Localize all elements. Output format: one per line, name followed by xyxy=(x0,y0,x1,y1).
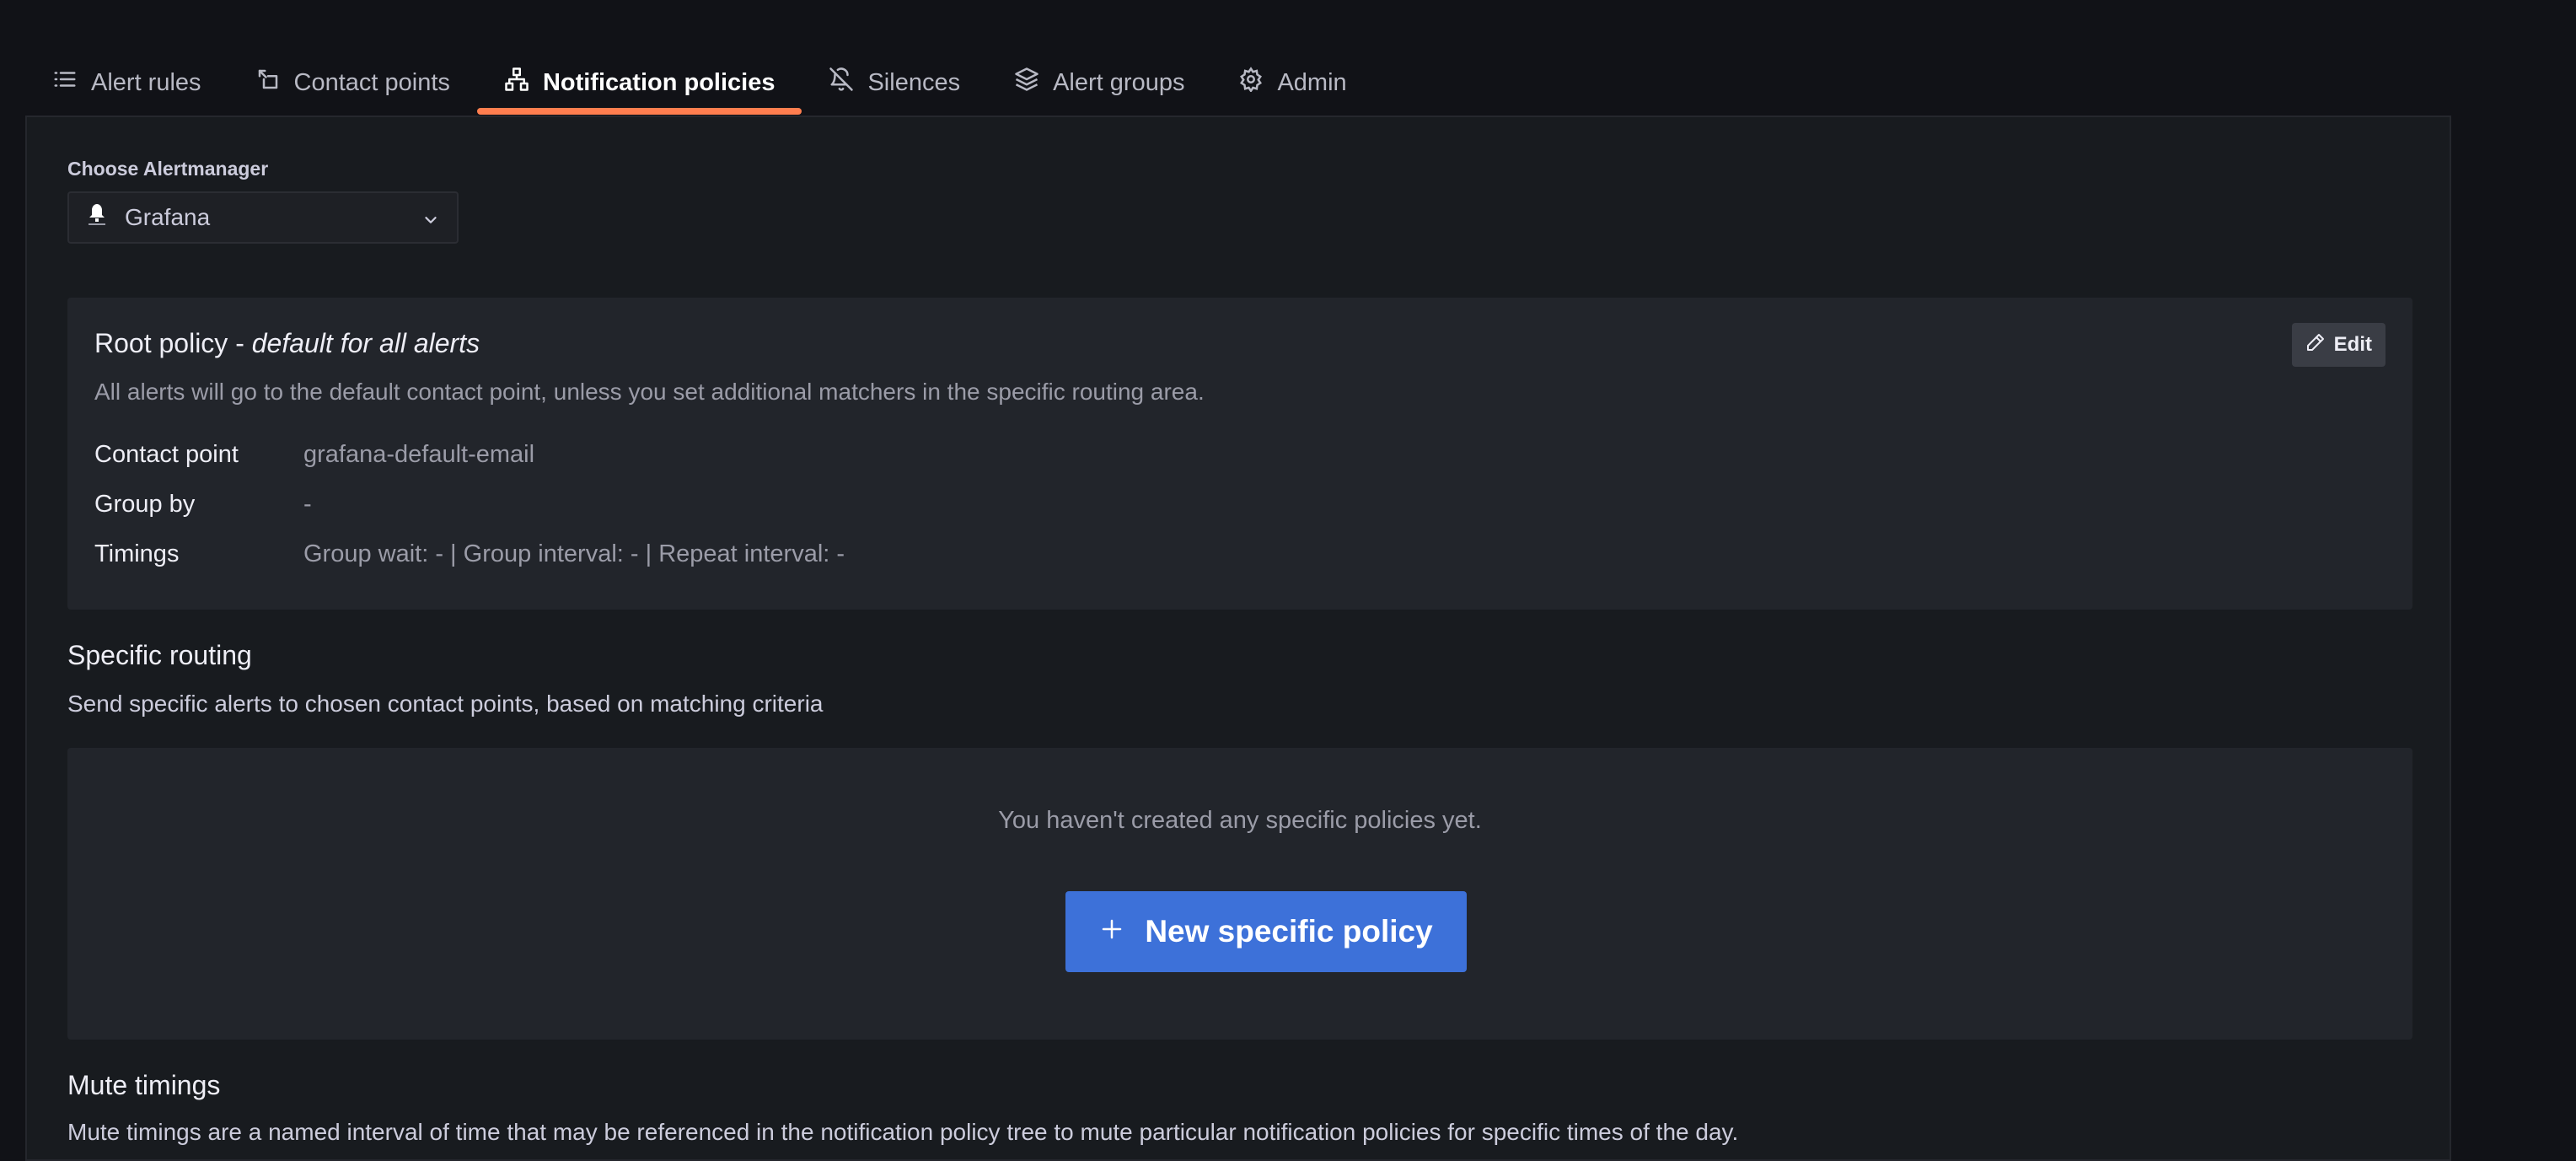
mute-timings-description: Mute timings are a named interval of tim… xyxy=(67,1119,1739,1145)
contact-point-row: Contact point grafana-default-email xyxy=(94,441,534,469)
timings-row: Timings Group wait: - | Group interval: … xyxy=(94,540,845,568)
tab-label: Alert groups xyxy=(1053,68,1185,96)
sitemap-icon xyxy=(504,67,529,99)
tab-label: Alert rules xyxy=(91,68,201,96)
specific-routing-empty-state: You haven't created any specific policie… xyxy=(67,748,2412,1040)
field-value: grafana-default-email xyxy=(303,441,535,468)
new-specific-policy-button[interactable]: New specific policy xyxy=(1065,891,1467,972)
field-key: Timings xyxy=(94,540,180,567)
root-policy-description: All alerts will go to the default contac… xyxy=(94,379,1205,405)
specific-routing-title: Specific routing xyxy=(67,640,252,670)
tab-alert-groups[interactable]: Alert groups xyxy=(987,51,1211,115)
grafana-logo-icon xyxy=(86,202,108,234)
bell-slash-icon xyxy=(829,67,854,99)
tab-label: Notification policies xyxy=(542,68,775,96)
root-policy-title: Root policy - default for all alerts xyxy=(94,328,480,359)
tab-silences[interactable]: Silences xyxy=(802,51,987,115)
group-by-row: Group by - xyxy=(94,491,312,519)
empty-state-text: You haven't created any specific policie… xyxy=(998,807,1482,834)
gear-icon xyxy=(1238,67,1264,99)
chevron-down-icon xyxy=(421,208,440,227)
field-value: - xyxy=(303,491,312,518)
plus-icon xyxy=(1099,914,1124,949)
specific-routing-description: Send specific alerts to chosen contact p… xyxy=(67,691,824,717)
mute-timings-title: Mute timings xyxy=(67,1070,221,1100)
new-specific-policy-label: New specific policy xyxy=(1145,914,1433,949)
tab-label: Admin xyxy=(1277,68,1347,96)
pencil-icon xyxy=(2305,332,2326,358)
root-policy-title-suffix: default for all alerts xyxy=(251,328,480,358)
main-panel: Choose Alertmanager Grafana Root policy … xyxy=(25,116,2451,1161)
tab-notification-policies[interactable]: Notification policies xyxy=(476,51,802,115)
alertmanager-selected-value: Grafana xyxy=(125,204,211,230)
tab-contact-points[interactable]: Contact points xyxy=(228,51,477,115)
field-value: Group wait: - | Group interval: - | Repe… xyxy=(303,540,845,567)
field-key: Group by xyxy=(94,491,196,518)
tab-alert-rules[interactable]: Alert rules xyxy=(25,51,228,115)
tab-admin[interactable]: Admin xyxy=(1211,51,1373,115)
list-icon xyxy=(52,67,78,99)
edit-button[interactable]: Edit xyxy=(2291,323,2385,367)
tab-bar: Alert rules Contact points Notification … xyxy=(25,51,1374,115)
root-policy-title-prefix: Root policy - xyxy=(94,328,252,358)
alertmanager-select[interactable]: Grafana xyxy=(67,191,459,244)
edit-button-label: Edit xyxy=(2333,333,2372,356)
contact-icon xyxy=(255,67,281,99)
layers-icon xyxy=(1014,67,1039,99)
field-key: Contact point xyxy=(94,441,239,468)
tab-label: Silences xyxy=(867,68,961,96)
root-policy-card: Root policy - default for all alerts All… xyxy=(67,298,2412,610)
alertmanager-label: Choose Alertmanager xyxy=(67,158,269,180)
tab-label: Contact points xyxy=(293,68,450,96)
